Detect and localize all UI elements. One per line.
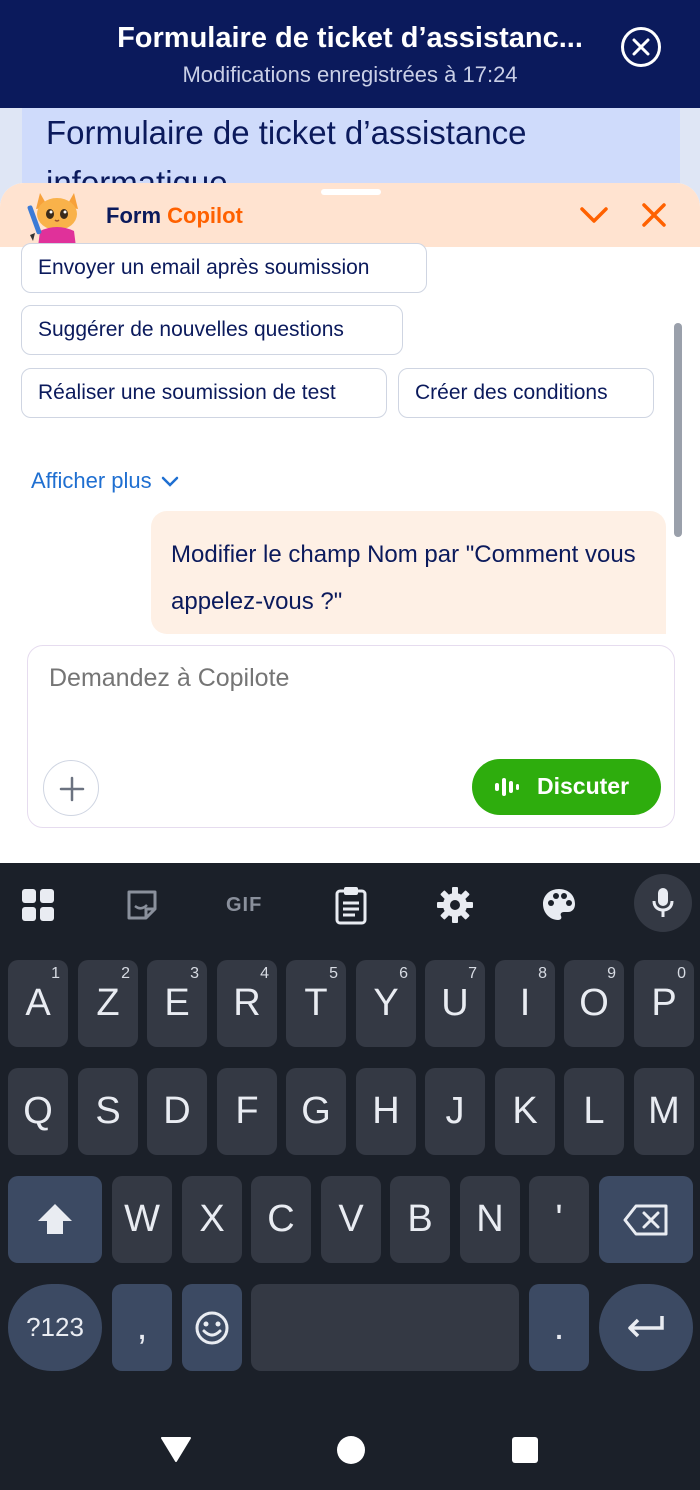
scrollbar[interactable] [674, 323, 682, 537]
user-message-bubble: Modifier le champ Nom par "Comment vous … [151, 511, 666, 634]
copilot-brand: Form Copilot [106, 203, 243, 229]
clipboard-icon[interactable] [331, 883, 375, 927]
key-apostrophe[interactable]: ' [529, 1176, 589, 1263]
close-icon [632, 38, 650, 56]
gear-icon[interactable] [435, 883, 479, 927]
show-more-label: Afficher plus [31, 468, 152, 493]
form-title: Formulaire de ticket d’assistanc... [117, 22, 583, 54]
key-n[interactable]: N [460, 1176, 520, 1263]
chat-button-label: Discuter [537, 773, 630, 799]
voice-bars-icon [495, 778, 519, 796]
chevron-down-icon [161, 476, 178, 487]
system-nav-bar [0, 1400, 700, 1490]
key-w[interactable]: W [112, 1176, 172, 1263]
collapse-button[interactable] [578, 201, 610, 229]
key-k[interactable]: K [495, 1068, 555, 1155]
copilot-header: Form Copilot [0, 183, 700, 247]
key-a[interactable]: A1 [8, 960, 68, 1047]
microphone-button[interactable] [634, 874, 692, 932]
suggestion-chip[interactable]: Réaliser une soumission de test [21, 368, 387, 418]
recents-square-icon[interactable] [511, 1436, 539, 1464]
key-j[interactable]: J [425, 1068, 485, 1155]
shift-key[interactable] [8, 1176, 102, 1263]
key-e[interactable]: E3 [147, 960, 207, 1047]
suggestion-chip[interactable]: Envoyer un email après soumission [21, 243, 427, 293]
brand-accent: Copilot [167, 203, 243, 228]
chat-button[interactable]: Discuter [472, 759, 661, 815]
enter-icon [628, 1316, 664, 1338]
palette-icon[interactable] [539, 883, 583, 927]
key-f[interactable]: F [217, 1068, 277, 1155]
comma-key[interactable]: , [112, 1284, 172, 1371]
key-u[interactable]: U7 [425, 960, 485, 1047]
key-m[interactable]: M [634, 1068, 694, 1155]
save-status: Modifications enregistrées à 17:24 [182, 62, 518, 87]
microphone-icon [652, 888, 674, 917]
key-t[interactable]: T5 [286, 960, 346, 1047]
shift-icon [38, 1204, 72, 1234]
close-copilot-button[interactable] [640, 201, 668, 229]
key-r[interactable]: R4 [217, 960, 277, 1047]
cat-mascot-icon [27, 193, 78, 247]
key-d[interactable]: D [147, 1068, 207, 1155]
key-y[interactable]: Y6 [356, 960, 416, 1047]
copilot-panel: Form Copilot Envoyer un email après soum… [0, 183, 700, 863]
close-icon [642, 203, 666, 227]
home-circle-icon[interactable] [336, 1435, 366, 1465]
key-c[interactable]: C [251, 1176, 311, 1263]
backspace-key[interactable] [599, 1176, 693, 1263]
soft-keyboard: GIF A 1 Z 2 E 3 R 4 T 5 Y 6 U 7 I 8 O 9 … [0, 863, 700, 1490]
emoji-icon [195, 1311, 229, 1345]
key-l[interactable]: L [564, 1068, 624, 1155]
add-attachment-button[interactable] [43, 760, 99, 816]
key-q[interactable]: Q [8, 1068, 68, 1155]
key-b[interactable]: B [390, 1176, 450, 1263]
drag-handle[interactable] [321, 189, 381, 195]
back-triangle-icon[interactable] [161, 1436, 191, 1462]
key-g[interactable]: G [286, 1068, 346, 1155]
symbols-key[interactable]: ?123 [8, 1284, 102, 1371]
key-v[interactable]: V [321, 1176, 381, 1263]
plus-icon [59, 776, 85, 802]
period-key[interactable]: . [529, 1284, 589, 1371]
emoji-key[interactable] [182, 1284, 242, 1371]
suggestion-chip[interactable]: Créer des conditions [398, 368, 654, 418]
chevron-down-icon [580, 207, 608, 223]
show-more-link[interactable]: Afficher plus [31, 468, 180, 494]
key-z[interactable]: Z2 [78, 960, 138, 1047]
key-p[interactable]: P0 [634, 960, 694, 1047]
key-x[interactable]: X [182, 1176, 242, 1263]
close-button[interactable] [621, 27, 661, 67]
key-o[interactable]: O9 [564, 960, 624, 1047]
key-h[interactable]: H [356, 1068, 416, 1155]
backspace-icon [623, 1204, 668, 1236]
composer: Discuter [27, 645, 675, 828]
ask-copilot-input[interactable] [49, 664, 609, 693]
apps-grid-icon[interactable] [20, 883, 64, 927]
app-header: Formulaire de ticket d’assistanc... Modi… [0, 0, 700, 108]
enter-key[interactable] [599, 1284, 693, 1371]
space-key[interactable] [251, 1284, 519, 1371]
key-s[interactable]: S [78, 1068, 138, 1155]
key-i[interactable]: I8 [495, 960, 555, 1047]
suggestion-chip[interactable]: Suggérer de nouvelles questions [21, 305, 403, 355]
gif-icon[interactable]: GIF [226, 883, 270, 927]
brand-prefix: Form [106, 203, 161, 228]
sticker-icon[interactable] [124, 883, 168, 927]
